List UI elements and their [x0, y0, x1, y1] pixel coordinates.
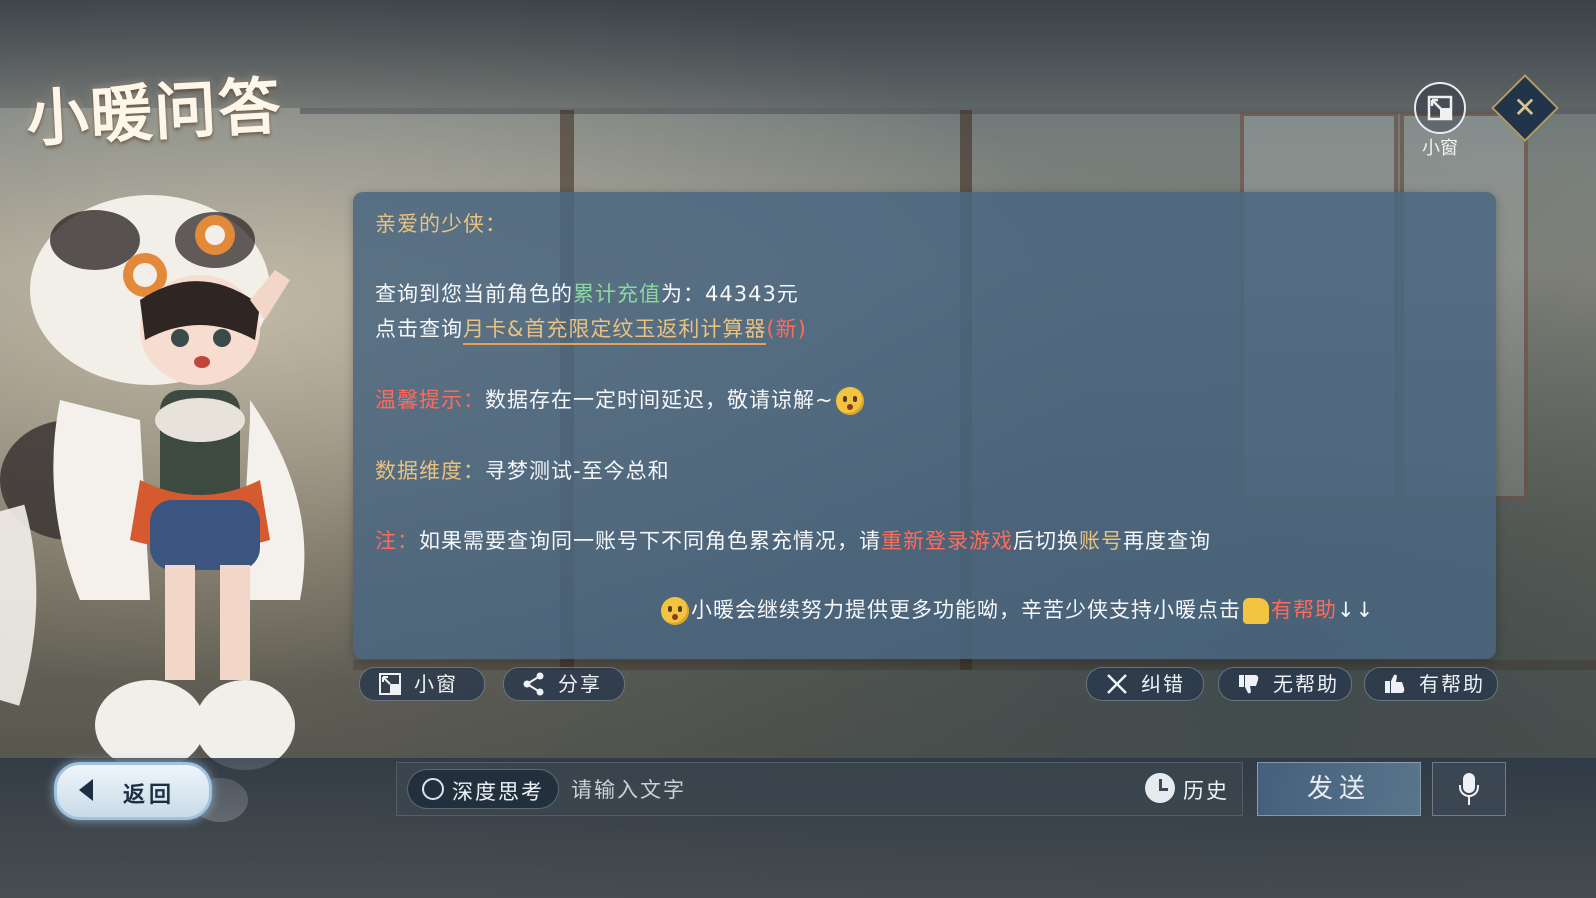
- emoji-face-icon: [661, 597, 689, 625]
- closing-text: 小暖会继续努力提供更多功能呦，辛苦少侠支持小暖点击: [691, 598, 1241, 622]
- mini-window-top-button[interactable]: 小窗: [1412, 82, 1468, 159]
- back-arrow-icon: [79, 779, 93, 801]
- click-prefix: 点击查询: [375, 317, 463, 341]
- thumbs-down-icon: [1239, 675, 1259, 694]
- dimension-line: 数据维度：寻梦测试-至今总和: [375, 455, 670, 485]
- note-relogin: 重新登录游戏: [881, 529, 1013, 553]
- thumbs-up-emoji-icon: [1243, 598, 1269, 624]
- dimension-text: 寻梦测试-至今总和: [485, 459, 670, 483]
- deep-think-label: 深度思考: [452, 780, 544, 804]
- note-label: 注：: [375, 529, 419, 553]
- closing-helpful: 有帮助: [1271, 598, 1337, 622]
- correct-x-icon: [1107, 674, 1127, 694]
- tip-text: 数据存在一定时间延迟，敬请谅解~: [485, 388, 834, 412]
- greeting-text: 亲爱的少侠：: [375, 212, 507, 236]
- back-button[interactable]: 返回: [54, 762, 212, 820]
- share-label: 分享: [558, 672, 602, 696]
- question-input[interactable]: [569, 771, 1133, 809]
- dimension-label: 数据维度：: [375, 459, 485, 483]
- deep-think-radio-icon: [422, 778, 444, 800]
- page-title: 小暖问答: [24, 69, 285, 156]
- send-button[interactable]: 发送: [1257, 762, 1421, 816]
- calculator-line: 点击查询月卡&首充限定纹玉返利计算器(新): [375, 313, 807, 345]
- voice-input-button[interactable]: [1432, 762, 1506, 816]
- recharge-amount: 为：44343元: [661, 282, 799, 306]
- history-button[interactable]: 历史: [1143, 771, 1239, 807]
- closing-line: 小暖会继续努力提供更多功能呦，辛苦少侠支持小暖点击 有帮助↓↓: [659, 594, 1374, 625]
- share-button[interactable]: 分享: [503, 667, 625, 701]
- answer-panel: 亲爱的少侠： 查询到您当前角色的累计充值为：44343元 点击查询月卡&首充限定…: [353, 192, 1496, 659]
- not-helpful-button[interactable]: 无帮助: [1218, 667, 1352, 701]
- mini-window-top-label: 小窗: [1422, 138, 1458, 159]
- character-illustration: [0, 195, 305, 822]
- helpful-button[interactable]: 有帮助: [1364, 667, 1498, 701]
- history-label: 历史: [1183, 779, 1229, 803]
- input-bar: 深度思考 历史: [396, 762, 1243, 816]
- correct-label: 纠错: [1141, 672, 1185, 696]
- correct-button[interactable]: 纠错: [1086, 667, 1204, 701]
- recharge-prefix: 查询到您当前角色的: [375, 282, 573, 306]
- note-prefix: 如果需要查询同一账号下不同角色累充情况，请: [419, 529, 881, 553]
- note-suffix: 再度查询: [1123, 529, 1211, 553]
- thumbs-up-icon: [1385, 674, 1405, 693]
- clock-icon: [1145, 773, 1175, 803]
- recharge-line: 查询到您当前角色的累计充值为：44343元: [375, 278, 799, 308]
- calculator-new-tag: (新): [766, 317, 807, 341]
- mini-window-icon: [1414, 82, 1466, 134]
- tip-line: 温馨提示：数据存在一定时间延迟，敬请谅解~: [375, 384, 866, 415]
- mini-window-label: 小窗: [414, 672, 458, 696]
- tip-label: 温馨提示：: [375, 388, 485, 412]
- emoji-face-icon: [835, 387, 864, 415]
- mini-window-icon: [379, 673, 401, 695]
- note-account: 账号: [1079, 529, 1123, 553]
- note-line: 注：如果需要查询同一账号下不同角色累充情况，请重新登录游戏后切换账号再度查询: [375, 525, 1211, 555]
- mini-window-button[interactable]: 小窗: [359, 667, 485, 701]
- recharge-highlight: 累计充值: [573, 282, 661, 306]
- back-label: 返回: [123, 783, 176, 808]
- note-mid: 后切换: [1013, 529, 1079, 553]
- close-icon: ✕: [1513, 91, 1537, 124]
- closing-arrows: ↓↓: [1337, 598, 1375, 622]
- deep-think-toggle[interactable]: 深度思考: [407, 769, 559, 809]
- helpful-label: 有帮助: [1419, 672, 1485, 696]
- calculator-link[interactable]: 月卡&首充限定纹玉返利计算器: [463, 317, 767, 345]
- share-icon: [523, 672, 544, 696]
- not-helpful-label: 无帮助: [1273, 672, 1339, 696]
